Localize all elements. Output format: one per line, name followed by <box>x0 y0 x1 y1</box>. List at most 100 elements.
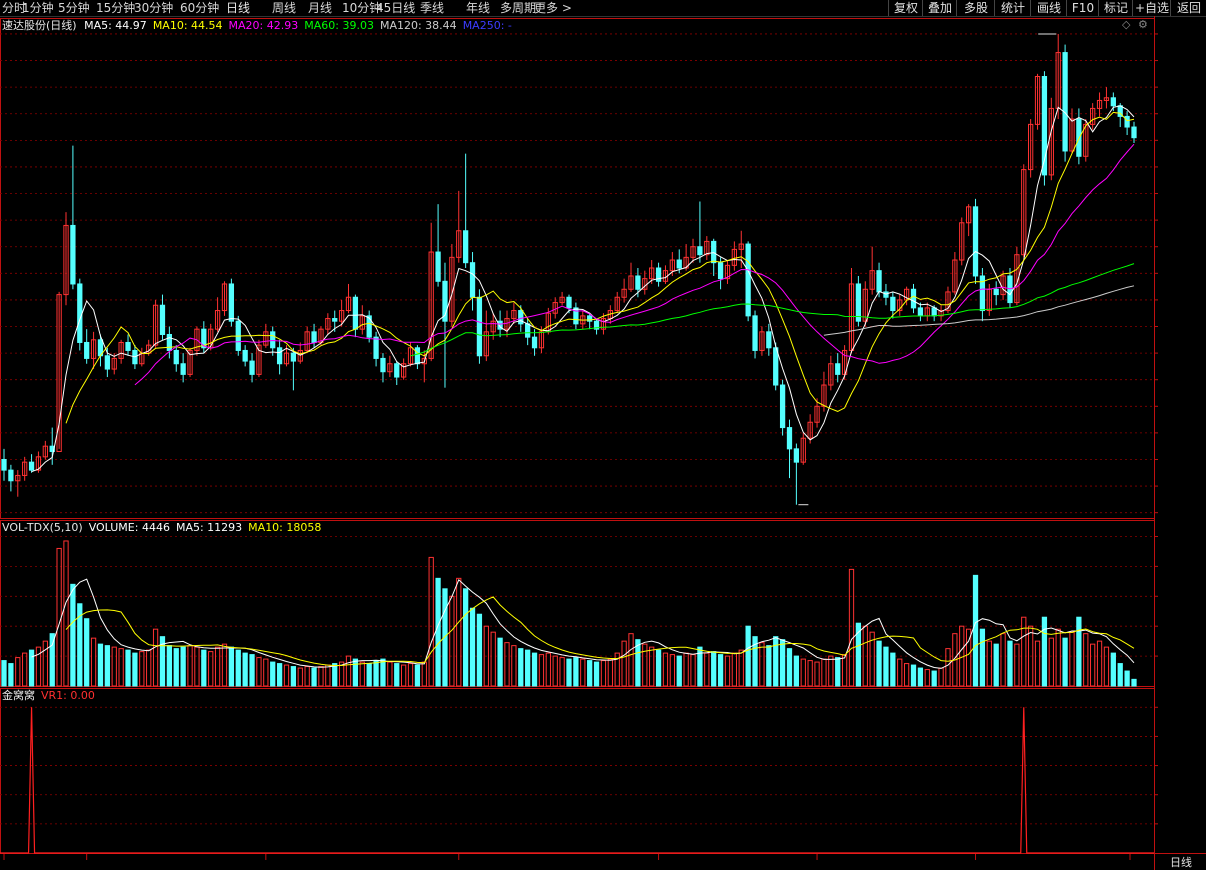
candle-body <box>166 333 173 351</box>
volume-bar <box>552 655 558 687</box>
volume-bar <box>1117 663 1123 687</box>
candle-body <box>786 427 793 450</box>
volume-bar <box>759 642 765 687</box>
volume-bar <box>201 649 207 687</box>
volume-bar <box>70 583 76 687</box>
volume-bar <box>773 636 779 687</box>
volume-bar <box>903 663 910 687</box>
volume-bar <box>97 643 104 687</box>
candle-body <box>711 240 717 264</box>
volume-bar <box>642 643 648 687</box>
volume-bar <box>380 658 386 687</box>
candle-body <box>835 363 841 375</box>
volume-bar <box>42 640 48 687</box>
volume-bar <box>573 657 579 687</box>
volume-bar <box>883 646 889 687</box>
candle-body <box>773 347 779 386</box>
volume-bar <box>525 649 531 687</box>
candle-body <box>697 246 703 256</box>
volume-bar <box>118 648 124 687</box>
volume-bar <box>132 652 138 687</box>
volume-bar <box>1124 670 1130 687</box>
volume-bar <box>214 646 221 687</box>
volume-bar <box>435 577 441 687</box>
volume-bar <box>1062 637 1068 687</box>
volume-bar <box>318 666 324 687</box>
volume-bar <box>8 663 14 687</box>
candle-body <box>766 331 772 349</box>
volume-bar <box>84 618 90 687</box>
candle-body <box>414 347 421 365</box>
volume-bar <box>394 663 400 687</box>
volume-bar <box>800 658 806 687</box>
volume-bar <box>566 658 572 687</box>
candle-body <box>910 288 917 309</box>
candle-body <box>380 357 386 373</box>
volume-bar <box>256 657 262 687</box>
volume-bar <box>235 649 241 687</box>
volume-bar <box>593 661 600 687</box>
panel-frame-main <box>0 18 1155 519</box>
volume-bar <box>910 664 917 687</box>
panel-frame-ind <box>0 688 1155 854</box>
volume-bar <box>897 658 903 687</box>
volume-bar <box>15 657 21 687</box>
volume-bar <box>228 646 235 687</box>
candle-body <box>972 206 979 277</box>
ma60-line <box>410 263 1135 357</box>
candle-body <box>676 259 682 269</box>
volume-bar <box>511 645 517 687</box>
volume-bar <box>345 655 352 687</box>
volume-bar <box>297 667 303 687</box>
volume-bar <box>400 664 407 687</box>
volume-bar <box>628 633 634 687</box>
volume-bar <box>325 664 331 687</box>
volume-bar <box>270 661 276 687</box>
volume-bar <box>600 660 607 687</box>
volume-bar <box>807 660 813 687</box>
volume-bar <box>531 652 538 687</box>
volume-bar <box>669 654 675 687</box>
volume-bar <box>814 661 820 687</box>
volume-bar <box>1076 616 1082 687</box>
candle-body <box>793 448 800 463</box>
candle-body <box>463 230 469 264</box>
volume-bar <box>290 666 297 687</box>
volume-bar <box>738 649 744 687</box>
volume-bar <box>938 667 944 687</box>
volume-bar <box>180 646 186 687</box>
volume-bar <box>463 588 469 687</box>
candle-body <box>394 363 400 378</box>
candle-body <box>276 347 283 365</box>
candle-body <box>525 323 531 338</box>
candle-body <box>635 275 641 290</box>
volume-bar <box>111 646 117 687</box>
candle-body <box>366 315 372 338</box>
volume-bar <box>449 595 455 687</box>
volume-bar <box>22 652 28 687</box>
volume-bar <box>1007 640 1013 687</box>
ma120-line <box>823 285 1135 336</box>
candle-body <box>311 331 317 343</box>
volume-bar <box>676 655 682 687</box>
candle-body <box>332 318 338 322</box>
volume-bar <box>545 652 551 687</box>
candle-body <box>249 360 255 375</box>
volume-bar <box>373 660 379 687</box>
candle-body <box>77 283 83 343</box>
candle-body <box>290 352 297 362</box>
candle-body <box>373 336 379 359</box>
chart-canvas[interactable] <box>0 0 1206 870</box>
candle-body <box>876 270 882 293</box>
candle-body <box>745 243 751 317</box>
candle-body <box>752 315 758 351</box>
volume-bar <box>1090 643 1096 687</box>
volume-bar <box>1041 616 1048 687</box>
candle-body <box>890 296 896 312</box>
candle-body <box>104 355 110 370</box>
volume-bar <box>1110 652 1116 687</box>
volume-bar <box>1034 640 1041 687</box>
candle-body <box>566 296 572 309</box>
volume-bar <box>194 646 200 687</box>
volume-bar <box>311 667 317 687</box>
